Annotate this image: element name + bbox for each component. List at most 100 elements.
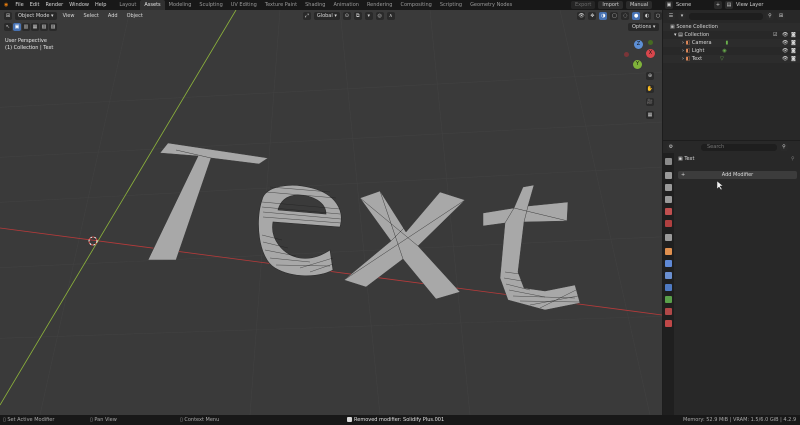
pin-object-icon[interactable]: ⚲	[791, 156, 795, 162]
tab-uv-editing[interactable]: UV Editing	[227, 0, 261, 10]
camera-visibility-icon[interactable]: 👁	[782, 39, 788, 47]
overlay-toggle-icon[interactable]: ◑	[599, 11, 608, 20]
add-modifier-button[interactable]: + Add Modifier	[678, 171, 797, 179]
tab-physics-icon[interactable]	[665, 284, 672, 291]
pin-icon[interactable]: ⚲	[780, 143, 788, 151]
3d-cursor-icon[interactable]	[88, 236, 98, 246]
menu-view[interactable]: View	[60, 12, 78, 20]
tab-sculpting[interactable]: Sculpting	[195, 0, 226, 10]
outliner-row-scene-collection[interactable]: ▣ Scene Collection	[663, 23, 800, 31]
snap-target-icon[interactable]: ▾	[364, 11, 373, 20]
import-button[interactable]: Import	[598, 1, 623, 9]
text-object-letter-x[interactable]	[343, 190, 466, 300]
menu-help[interactable]: Help	[92, 0, 109, 10]
gizmo-neg-x[interactable]	[624, 52, 629, 57]
text-object-letter-e[interactable]	[258, 185, 342, 277]
mode-dropdown[interactable]: Object Mode ▾	[14, 11, 57, 20]
visibility-icon[interactable]: 👁	[577, 11, 586, 20]
menu-render[interactable]: Render	[42, 0, 66, 10]
manual-button[interactable]: Manual	[625, 1, 653, 9]
zoom-icon[interactable]: ⊕	[646, 72, 654, 80]
collection-visibility-icon[interactable]: 👁	[782, 31, 788, 39]
scene-selector[interactable]: ▣ Scene + ▤ View Layer	[665, 1, 763, 9]
outliner-row-collection[interactable]: ▾ ▤ Collection ☑ 👁 ◙	[663, 31, 800, 39]
tab-rendering[interactable]: Rendering	[363, 0, 397, 10]
tab-output-icon[interactable]	[665, 184, 672, 191]
scene-name[interactable]: Scene	[676, 1, 711, 9]
light-render-icon[interactable]: ◙	[791, 47, 796, 55]
outliner-filter-icon[interactable]: ▾	[678, 12, 686, 20]
gizmo-toggle-icon[interactable]: ✥	[588, 11, 597, 20]
text-visibility-icon[interactable]: 👁	[782, 55, 788, 63]
tab-texture-icon[interactable]	[665, 320, 672, 327]
menu-add[interactable]: Add	[105, 12, 121, 20]
gizmo-y-axis[interactable]: Y	[633, 60, 642, 69]
tab-modeling[interactable]: Modeling	[165, 0, 196, 10]
camera-view-icon[interactable]: 🎥	[646, 98, 654, 106]
tab-geometry-nodes[interactable]: Geometry Nodes	[466, 0, 516, 10]
tab-modifiers-icon[interactable]	[665, 260, 672, 267]
view-layer-name[interactable]: View Layer	[736, 1, 763, 9]
tab-assets[interactable]: Assets	[140, 0, 165, 10]
outliner-row-light[interactable]: › ◧ Light ◉ 👁 ◙	[663, 47, 800, 55]
tab-shading[interactable]: Shading	[301, 0, 329, 10]
menu-window[interactable]: Window	[66, 0, 92, 10]
tab-animation[interactable]: Animation	[329, 0, 363, 10]
options-button[interactable]: Options ▾	[628, 23, 660, 31]
editor-type-icon[interactable]: ⊞	[4, 11, 12, 20]
outliner-row-text[interactable]: › ◧ Text ▽ 👁 ◙	[663, 55, 800, 63]
properties-editor-icon[interactable]: ⚙	[667, 143, 675, 151]
xray-icon[interactable]: ▢	[610, 11, 619, 20]
camera-render-icon[interactable]: ◙	[791, 39, 796, 47]
select-invert-icon[interactable]: ▧	[40, 23, 48, 31]
select-extend-icon[interactable]: ▥	[22, 23, 30, 31]
menu-object[interactable]: Object	[124, 12, 146, 20]
tab-compositing[interactable]: Compositing	[396, 0, 435, 10]
new-scene-icon[interactable]: +	[714, 1, 722, 9]
select-box-icon[interactable]: ▣	[13, 23, 21, 31]
gizmo-z-axis[interactable]: Z	[634, 40, 643, 49]
tab-material-icon[interactable]	[665, 308, 672, 315]
collection-checkbox-icon[interactable]: ☑	[773, 31, 777, 39]
transform-pivot-icon[interactable]: ⤢	[302, 11, 311, 20]
gizmo-neg-y[interactable]	[648, 40, 653, 45]
tab-world-icon[interactable]	[665, 220, 672, 227]
pivot-point-icon[interactable]: ⊙	[342, 11, 351, 20]
proportional-edit-icon[interactable]: ◎	[375, 11, 384, 20]
text-object-letter-t[interactable]	[147, 142, 269, 261]
light-visibility-icon[interactable]: 👁	[782, 47, 788, 55]
menu-select[interactable]: Select	[80, 12, 101, 20]
gizmo-x-axis[interactable]: X	[646, 49, 655, 58]
blender-logo-icon[interactable]: ◉	[0, 0, 12, 10]
layers-icon[interactable]: ▤	[725, 1, 733, 9]
tab-texture-paint[interactable]: Texture Paint	[261, 0, 301, 10]
shading-wireframe-icon[interactable]: ◌	[621, 11, 630, 20]
tab-scripting[interactable]: Scripting	[436, 0, 466, 10]
outliner-row-camera[interactable]: › ◧ Camera ▮ 👁 ◙	[663, 39, 800, 47]
tab-particles-icon[interactable]	[665, 272, 672, 279]
menu-file[interactable]: File	[12, 0, 26, 10]
falloff-icon[interactable]: ∧	[386, 11, 395, 20]
3d-viewport[interactable]	[0, 10, 662, 415]
cursor-tool-icon[interactable]: ↖	[4, 23, 12, 31]
tab-scene-icon[interactable]	[665, 208, 672, 215]
new-collection-icon[interactable]: ⊞	[777, 12, 785, 20]
funnel-icon[interactable]: ⚲	[766, 12, 774, 20]
tab-render-icon[interactable]	[665, 172, 672, 179]
pan-hand-icon[interactable]: ✋	[646, 85, 654, 93]
tab-layout[interactable]: Layout	[115, 0, 140, 10]
tab-view-layer-icon[interactable]	[665, 196, 672, 203]
outliner-search-input[interactable]	[689, 12, 763, 20]
shading-solid-icon[interactable]: ●	[632, 11, 641, 20]
select-subtract-icon[interactable]: ▦	[31, 23, 39, 31]
text-object-letter-t-small[interactable]	[482, 184, 581, 311]
export-button[interactable]: Export	[571, 1, 596, 9]
orientation-dropdown[interactable]: Global ▾	[313, 11, 340, 20]
properties-search-input[interactable]: Search	[701, 143, 777, 151]
ortho-grid-icon[interactable]: ▦	[646, 111, 654, 119]
menu-edit[interactable]: Edit	[27, 0, 43, 10]
outliner-editor-icon[interactable]: ☰	[667, 12, 675, 20]
shading-material-icon[interactable]: ◐	[643, 11, 652, 20]
collection-render-icon[interactable]: ◙	[791, 31, 796, 39]
snap-icon[interactable]: ⧉	[353, 11, 362, 20]
